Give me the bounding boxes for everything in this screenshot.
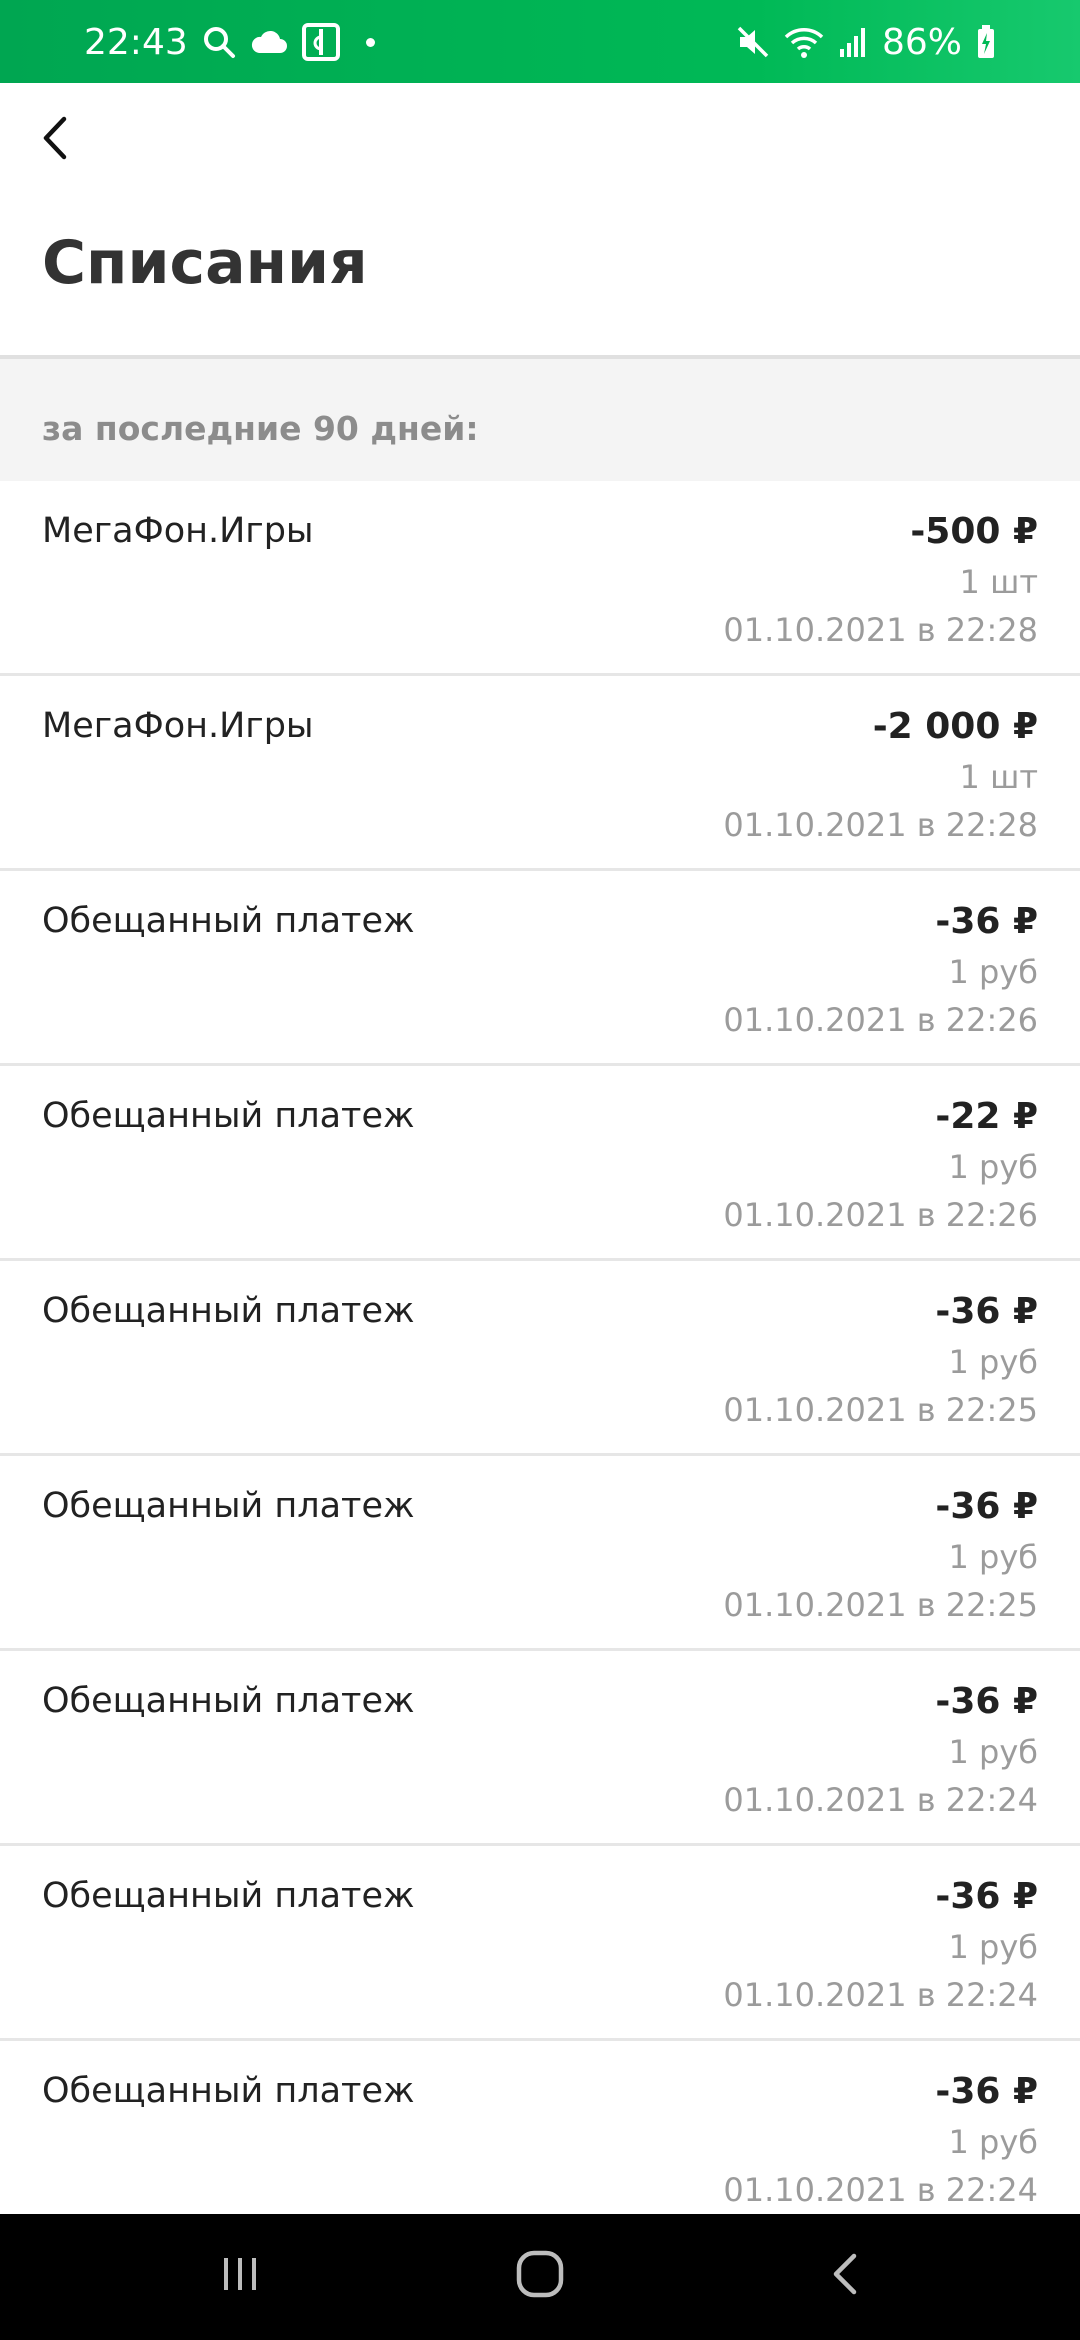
system-back-button[interactable] [785, 2236, 905, 2316]
charge-quantity: 1 шт [959, 563, 1038, 601]
battery-percent: 86% [881, 21, 962, 63]
period-section: за последние 90 дней: [0, 359, 1080, 481]
charge-quantity: 1 шт [959, 758, 1038, 796]
list-item[interactable]: МегаФон.Игры -2 000 ₽ 1 шт 01.10.2021 в … [0, 676, 1080, 871]
list-item[interactable]: Обещанный платеж -22 ₽ 1 руб 01.10.2021 … [0, 1066, 1080, 1261]
charge-amount: -2 000 ₽ [872, 706, 1038, 747]
status-right: 86% [722, 20, 996, 64]
charges-list: МегаФон.Игры -500 ₽ 1 шт 01.10.2021 в 22… [0, 481, 1080, 2236]
dot-icon [365, 37, 375, 47]
cloud-icon [250, 28, 288, 56]
charge-date: 01.10.2021 в 22:25 [723, 1586, 1038, 1624]
charge-quantity: 1 руб [948, 1148, 1038, 1186]
charge-date: 01.10.2021 в 22:24 [723, 1781, 1038, 1819]
list-item[interactable]: Обещанный платеж -36 ₽ 1 руб 01.10.2021 … [0, 2041, 1080, 2236]
charge-amount: -36 ₽ [935, 1291, 1038, 1332]
charge-name: Обещанный платеж [42, 2071, 415, 2111]
charge-name: МегаФон.Игры [42, 511, 314, 551]
signal-icon [838, 25, 868, 59]
charge-date: 01.10.2021 в 22:28 [723, 806, 1038, 844]
period-label: за последние 90 дней: [42, 409, 479, 448]
list-item[interactable]: Обещанный платеж -36 ₽ 1 руб 01.10.2021 … [0, 1846, 1080, 2041]
charge-date: 01.10.2021 в 22:28 [723, 611, 1038, 649]
charge-name: Обещанный платеж [42, 1096, 415, 1136]
charge-name: Обещанный платеж [42, 1486, 415, 1526]
home-button[interactable] [480, 2236, 600, 2316]
wifi-icon [784, 25, 824, 59]
status-time: 22:43 [84, 21, 188, 63]
status-left: 22:43 [84, 20, 375, 64]
app-header: Списания [0, 83, 1080, 355]
charge-quantity: 1 руб [948, 2123, 1038, 2161]
list-item[interactable]: МегаФон.Игры -500 ₽ 1 шт 01.10.2021 в 22… [0, 481, 1080, 676]
charge-amount: -36 ₽ [935, 1486, 1038, 1527]
charge-amount: -500 ₽ [910, 511, 1038, 552]
charge-date: 01.10.2021 в 22:25 [723, 1391, 1038, 1429]
charge-date: 01.10.2021 в 22:26 [723, 1001, 1038, 1039]
charge-date: 01.10.2021 в 22:26 [723, 1196, 1038, 1234]
back-button[interactable] [30, 105, 80, 175]
battery-charging-icon [976, 24, 996, 60]
charge-name: Обещанный платеж [42, 1681, 415, 1721]
status-bar: 22:43 86% [0, 0, 1080, 83]
page-title: Списания [42, 228, 368, 298]
back-icon [828, 2250, 862, 2302]
mute-icon [736, 25, 770, 59]
home-icon [515, 2249, 565, 2303]
charge-quantity: 1 руб [948, 953, 1038, 991]
charge-quantity: 1 руб [948, 1343, 1038, 1381]
charge-name: МегаФон.Игры [42, 706, 314, 746]
charge-name: Обещанный платеж [42, 901, 415, 941]
charge-quantity: 1 руб [948, 1733, 1038, 1771]
charge-amount: -22 ₽ [935, 1096, 1038, 1137]
charge-name: Обещанный платеж [42, 1291, 415, 1331]
charge-amount: -36 ₽ [935, 1876, 1038, 1917]
charge-quantity: 1 руб [948, 1928, 1038, 1966]
system-nav-bar [0, 2214, 1080, 2340]
charge-amount: -36 ₽ [935, 1681, 1038, 1722]
list-item[interactable]: Обещанный платеж -36 ₽ 1 руб 01.10.2021 … [0, 871, 1080, 1066]
search-icon [202, 25, 236, 59]
app-notification-icon [301, 23, 340, 61]
charge-name: Обещанный платеж [42, 1876, 415, 1916]
charge-amount: -36 ₽ [935, 901, 1038, 942]
list-item[interactable]: Обещанный платеж -36 ₽ 1 руб 01.10.2021 … [0, 1651, 1080, 1846]
charge-quantity: 1 руб [948, 1538, 1038, 1576]
charge-date: 01.10.2021 в 22:24 [723, 2171, 1038, 2209]
list-item[interactable]: Обещанный платеж -36 ₽ 1 руб 01.10.2021 … [0, 1261, 1080, 1456]
recent-apps-icon [218, 2252, 262, 2300]
list-item[interactable]: Обещанный платеж -36 ₽ 1 руб 01.10.2021 … [0, 1456, 1080, 1651]
charge-date: 01.10.2021 в 22:24 [723, 1976, 1038, 2014]
recent-apps-button[interactable] [180, 2236, 300, 2316]
charge-amount: -36 ₽ [935, 2071, 1038, 2112]
chevron-left-icon [40, 115, 70, 165]
